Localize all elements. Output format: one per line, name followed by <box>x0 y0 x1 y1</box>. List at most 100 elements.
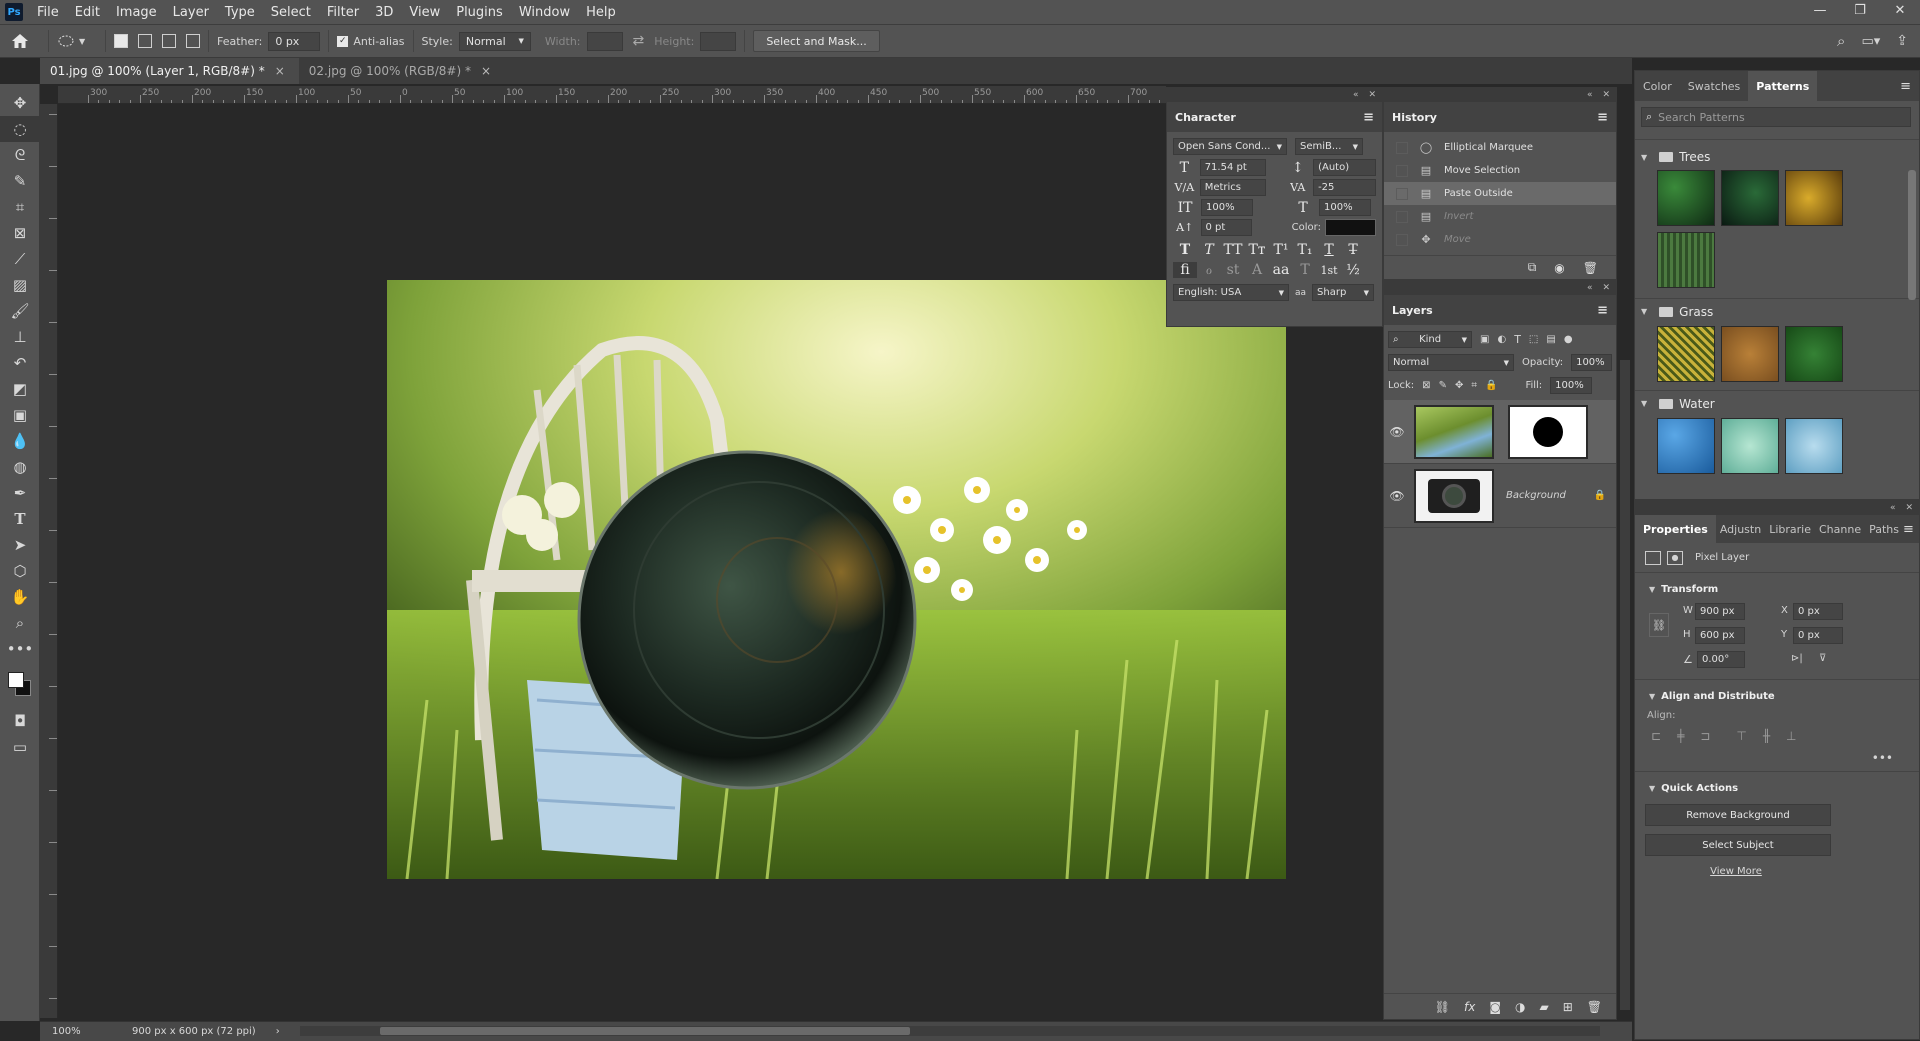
character-title[interactable]: Character <box>1175 111 1236 124</box>
vertical-scale-input[interactable]: 100% <box>1201 199 1253 216</box>
patterns-scrollbar[interactable] <box>1908 170 1916 300</box>
fractions-button[interactable]: ½ <box>1341 262 1365 278</box>
text-color-swatch[interactable] <box>1324 219 1376 236</box>
flip-horizontal-icon[interactable]: ⊳| <box>1791 653 1803 664</box>
layers-title[interactable]: Layers <box>1392 304 1433 317</box>
collapse-icon[interactable]: « <box>1353 90 1359 100</box>
tool-preset-picker[interactable]: ▼ <box>57 34 97 48</box>
history-item-current[interactable]: ▤ Paste Outside <box>1384 182 1616 205</box>
align-right-icon[interactable]: ⊐ <box>1700 729 1710 743</box>
width-input[interactable] <box>586 31 623 51</box>
close-panel-icon[interactable]: ✕ <box>1602 90 1610 100</box>
move-tool[interactable]: ✥ <box>0 90 40 116</box>
share-icon[interactable]: ⇪ <box>1896 33 1908 49</box>
filter-smart-object-icon[interactable]: ▤ <box>1546 334 1555 345</box>
font-size-input[interactable]: 71.54 pt <box>1199 159 1267 176</box>
superscript-button[interactable]: T¹ <box>1269 242 1293 258</box>
new-group-icon[interactable]: ▰ <box>1539 1000 1548 1014</box>
pattern-swatch[interactable] <box>1657 232 1715 288</box>
pattern-swatch[interactable] <box>1657 170 1715 226</box>
horizontal-scale-input[interactable]: 100% <box>1319 199 1371 216</box>
subtract-selection-icon[interactable] <box>162 34 176 48</box>
close-panel-icon[interactable]: ✕ <box>1905 503 1913 513</box>
history-source-checkbox[interactable] <box>1396 187 1408 200</box>
swash-button[interactable]: A <box>1245 262 1269 278</box>
minimize-button[interactable]: — <box>1800 0 1840 24</box>
blur-tool[interactable]: 💧 <box>0 428 40 454</box>
history-item[interactable]: ▤ Invert <box>1384 205 1616 228</box>
ligatures-button[interactable]: fi <box>1173 262 1197 278</box>
faux-italic-button[interactable]: T <box>1197 242 1221 258</box>
quick-mask-tool[interactable]: ◘ <box>0 708 40 734</box>
layer-row-background[interactable]: 👁 Background 🔒 <box>1384 464 1616 528</box>
scrollbar-thumb[interactable] <box>380 1027 910 1035</box>
restore-button[interactable]: ❐ <box>1840 0 1880 24</box>
filter-pixel-icon[interactable]: ▣ <box>1480 334 1489 345</box>
quick-select-tool[interactable]: ✎ <box>0 168 40 194</box>
adjustment-layer-icon[interactable]: ◑ <box>1515 1000 1525 1014</box>
align-center-h-icon[interactable]: ╪ <box>1677 729 1684 743</box>
shape-tool[interactable]: ⬡ <box>0 558 40 584</box>
antialias-select[interactable]: Sharp ▼ <box>1312 284 1375 301</box>
tab-properties[interactable]: Properties <box>1635 515 1716 543</box>
path-select-tool[interactable]: ➤ <box>0 532 40 558</box>
history-item[interactable]: ▤ Move Selection <box>1384 159 1616 182</box>
close-icon[interactable]: × <box>275 64 285 78</box>
select-subject-button[interactable]: Select Subject <box>1645 834 1831 856</box>
kerning-select[interactable]: Metrics <box>1199 179 1267 196</box>
zoom-tool[interactable]: ⌕ <box>0 610 40 636</box>
panel-menu-icon[interactable]: ≡ <box>1597 110 1608 125</box>
healing-tool[interactable]: ▨ <box>0 272 40 298</box>
flip-vertical-icon[interactable]: ⊽ <box>1819 653 1826 664</box>
leading-input[interactable]: (Auto) <box>1313 159 1376 176</box>
tab-02-jpg[interactable]: 02.jpg @ 100% (RGB/8#) * × <box>299 58 505 84</box>
strikethrough-button[interactable]: T̶ <box>1341 242 1365 258</box>
workspace-icon[interactable]: ▭▾ <box>1861 34 1880 49</box>
quick-actions-section[interactable]: ▼ Quick Actions <box>1643 778 1911 798</box>
ordinals-button[interactable]: 1st <box>1317 264 1341 277</box>
menu-window[interactable]: Window <box>511 5 578 20</box>
zoom-level[interactable]: 100% <box>52 1026 112 1037</box>
search-patterns-input[interactable]: ⌕ Search Patterns <box>1641 107 1911 127</box>
chevron-right-icon[interactable]: › <box>276 1026 280 1037</box>
delete-icon[interactable]: 🗑 <box>1587 1000 1602 1014</box>
tab-channels[interactable]: Channe <box>1815 515 1865 543</box>
menu-layer[interactable]: Layer <box>165 5 217 20</box>
pattern-swatch[interactable] <box>1785 418 1843 474</box>
align-section[interactable]: ▼ Align and Distribute <box>1643 686 1911 706</box>
mask-icon[interactable]: ● <box>1667 550 1683 565</box>
all-caps-button[interactable]: TT <box>1221 242 1245 258</box>
history-title[interactable]: History <box>1392 111 1437 124</box>
filter-type-icon[interactable]: T <box>1514 333 1521 346</box>
align-bottom-icon[interactable]: ⊥ <box>1786 729 1796 743</box>
eraser-tool[interactable]: ◩ <box>0 376 40 402</box>
history-brush-tool[interactable]: ↶ <box>0 350 40 376</box>
align-top-icon[interactable]: ⊤ <box>1736 729 1746 743</box>
style-select[interactable]: Normal ▼ <box>458 31 531 51</box>
lock-transparent-icon[interactable]: ⊠ <box>1422 380 1430 391</box>
document-canvas[interactable] <box>387 280 1286 879</box>
type-tool[interactable]: T <box>0 506 40 532</box>
pattern-group-trees[interactable]: ▼ Trees <box>1635 144 1919 170</box>
layer-thumbnail[interactable] <box>1414 468 1494 523</box>
visibility-eye-icon[interactable]: 👁 <box>1384 425 1410 439</box>
transform-section[interactable]: ▼ Transform <box>1643 579 1911 599</box>
align-middle-v-icon[interactable]: ╫ <box>1763 729 1770 743</box>
layers-scrollbar[interactable] <box>1620 360 1630 1010</box>
history-source-checkbox[interactable] <box>1396 233 1408 246</box>
frame-tool[interactable]: ⊠ <box>0 220 40 246</box>
history-source-checkbox[interactable] <box>1396 141 1408 154</box>
opacity-input[interactable]: 100% <box>1571 354 1612 371</box>
menu-view[interactable]: View <box>401 5 448 20</box>
hand-tool[interactable]: ✋ <box>0 584 40 610</box>
x-input[interactable]: 0 px <box>1793 603 1843 620</box>
baseline-shift-input[interactable]: 0 pt <box>1200 219 1252 236</box>
filter-toggle-icon[interactable]: ● <box>1564 334 1573 345</box>
y-input[interactable]: 0 px <box>1793 627 1843 644</box>
tab-libraries[interactable]: Librarie <box>1765 515 1815 543</box>
tracking-input[interactable]: -25 <box>1313 179 1376 196</box>
titling-button[interactable]: T <box>1293 262 1317 278</box>
angle-input[interactable]: 0.00° <box>1697 651 1745 668</box>
tab-01-jpg[interactable]: 01.jpg @ 100% (Layer 1, RGB/8#) * × <box>40 58 299 84</box>
panel-menu-icon[interactable]: ≡ <box>1900 79 1911 94</box>
